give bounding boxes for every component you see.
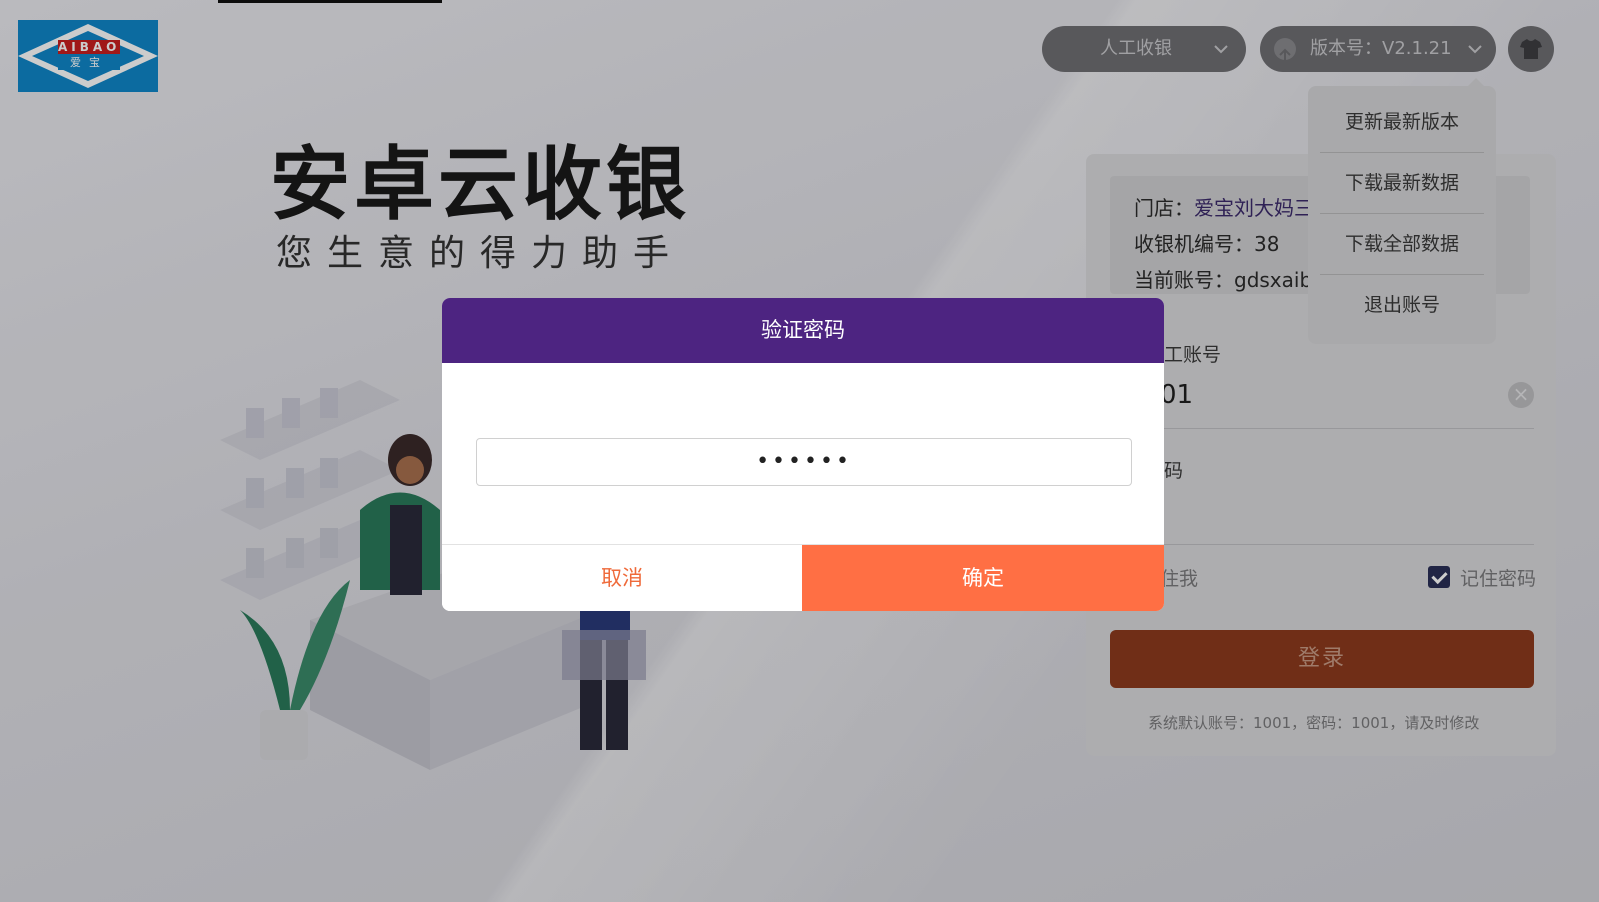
login-screen: AIBAO 爱宝 安卓云收银 您生意的得力助手 人工收银 版本号：V2.1.21… — [0, 0, 1599, 902]
dialog-title: 验证密码 — [442, 298, 1164, 363]
verify-password-dialog: 验证密码 •••••• 取消 确定 — [442, 298, 1164, 611]
password-input[interactable]: •••••• — [476, 438, 1132, 486]
confirm-button[interactable]: 确定 — [802, 545, 1164, 611]
cancel-button[interactable]: 取消 — [442, 545, 802, 611]
